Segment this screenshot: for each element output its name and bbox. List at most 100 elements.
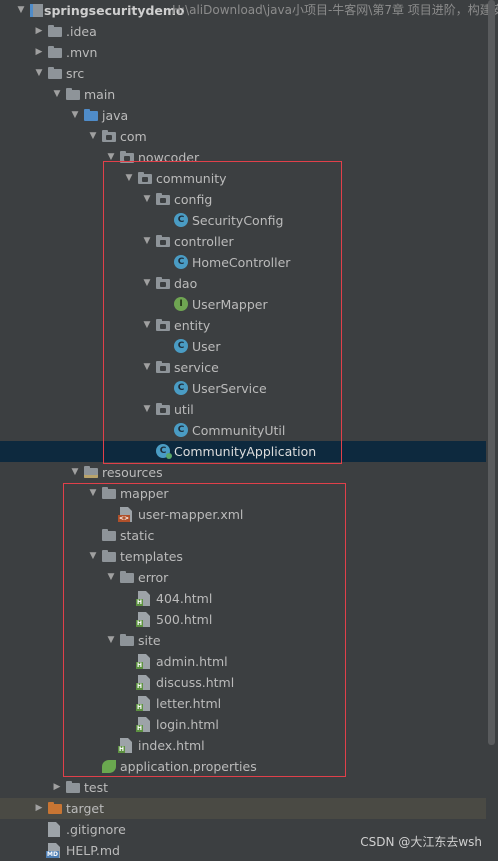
tree-row-login-html[interactable]: Hlogin.html <box>0 714 486 735</box>
tree-row-communityutil[interactable]: C CommunityUtil <box>0 420 486 441</box>
tree-row-test[interactable]: ▶ test <box>0 777 486 798</box>
tree-item-label: .mvn <box>66 45 98 60</box>
expand-arrow-icon[interactable]: ▼ <box>34 63 44 84</box>
tree-item-label: java <box>102 108 129 123</box>
tree-row-404-html[interactable]: H 404.html <box>0 588 486 609</box>
tree-item-label: site <box>138 633 161 648</box>
class-icon: C <box>174 339 188 353</box>
collapse-arrow-icon[interactable]: ▶ <box>34 798 44 819</box>
folder-icon <box>48 46 62 59</box>
expand-arrow-icon[interactable]: ▼ <box>142 357 152 378</box>
tree-row-nowcoder[interactable]: ▼ nowcoder <box>0 147 486 168</box>
vertical-scrollbar[interactable] <box>487 0 495 859</box>
collapse-arrow-icon[interactable]: ▶ <box>34 21 44 42</box>
spring-properties-icon <box>102 760 116 773</box>
tree-row-homecontroller[interactable]: C HomeController <box>0 252 486 273</box>
tree-item-label: static <box>120 528 155 543</box>
tree-row-target[interactable]: ▶ target <box>0 798 486 819</box>
package-icon <box>156 277 170 290</box>
tree-row-service[interactable]: ▼ service <box>0 357 486 378</box>
text-file-icon <box>48 822 60 837</box>
tree-row-static[interactable]: static <box>0 525 486 546</box>
tree-row-letter-html[interactable]: Hletter.html <box>0 693 486 714</box>
tree-row-templates[interactable]: ▼ templates <box>0 546 486 567</box>
expand-arrow-icon[interactable]: ▼ <box>106 567 116 588</box>
expand-arrow-icon[interactable]: ▼ <box>142 189 152 210</box>
class-icon: C <box>174 213 188 227</box>
folder-icon <box>102 529 116 542</box>
tree-row-java[interactable]: ▼ java <box>0 105 486 126</box>
tree-item-label: login.html <box>156 717 219 732</box>
tree-item-label: 404.html <box>156 591 213 606</box>
tree-item-label: community <box>156 171 227 186</box>
tree-item-label: test <box>84 780 109 795</box>
tree-item-label: dao <box>174 276 198 291</box>
tree-row-dao[interactable]: ▼ dao <box>0 273 486 294</box>
expand-arrow-icon[interactable]: ▼ <box>52 84 62 105</box>
tree-row-entity[interactable]: ▼ entity <box>0 315 486 336</box>
html-file-icon: H <box>118 738 132 753</box>
tree-item-label: nowcoder <box>138 150 200 165</box>
tree-row-user[interactable]: C User <box>0 336 486 357</box>
expand-arrow-icon[interactable]: ▼ <box>142 231 152 252</box>
expand-arrow-icon[interactable]: ▼ <box>88 546 98 567</box>
package-icon <box>156 235 170 248</box>
tree-row-application-properties[interactable]: application.properties <box>0 756 486 777</box>
package-icon <box>120 151 134 164</box>
folder-icon <box>66 781 80 794</box>
tree-row-community[interactable]: ▼ community <box>0 168 486 189</box>
scrollbar-thumb[interactable] <box>488 0 495 745</box>
interface-icon: I <box>174 297 188 311</box>
tree-row-discuss-html[interactable]: Hdiscuss.html <box>0 672 486 693</box>
folder-icon <box>66 88 80 101</box>
tree-row-idea[interactable]: ▶ .idea <box>0 21 486 42</box>
expand-arrow-icon[interactable]: ▼ <box>88 126 98 147</box>
tree-item-label: resources <box>102 465 163 480</box>
tree-item-label: CommunityApplication <box>174 444 317 459</box>
tree-row-index-html[interactable]: Hindex.html <box>0 735 486 756</box>
excluded-folder-icon <box>48 802 62 815</box>
expand-arrow-icon[interactable]: ▼ <box>88 483 98 504</box>
expand-arrow-icon[interactable]: ▼ <box>142 315 152 336</box>
tree-row-mvn[interactable]: ▶ .mvn <box>0 42 486 63</box>
tree-row-error[interactable]: ▼ error <box>0 567 486 588</box>
tree-item-label: mapper <box>120 486 169 501</box>
package-icon <box>156 319 170 332</box>
expand-arrow-icon[interactable]: ▼ <box>124 168 134 189</box>
html-file-icon: H <box>136 591 150 606</box>
tree-row-securityconfig[interactable]: C SecurityConfig <box>0 210 486 231</box>
collapse-arrow-icon[interactable]: ▶ <box>34 42 44 63</box>
folder-icon <box>120 571 134 584</box>
tree-row-main[interactable]: ▼ main <box>0 84 486 105</box>
package-icon <box>102 130 116 143</box>
tree-row-src[interactable]: ▼ src <box>0 63 486 84</box>
tree-row-springsecuritydemo[interactable]: ▼ springsecuritydemo H:\aliDownload\java小项… <box>0 0 498 21</box>
tree-row-resources[interactable]: ▼ resources <box>0 462 486 483</box>
tree-row-usermapper[interactable]: I UserMapper <box>0 294 486 315</box>
expand-arrow-icon[interactable]: ▼ <box>70 105 80 126</box>
tree-row-mapper[interactable]: ▼ mapper <box>0 483 486 504</box>
tree-row-com[interactable]: ▼ com <box>0 126 486 147</box>
tree-item-label: 500.html <box>156 612 213 627</box>
tree-row-controller[interactable]: ▼ controller <box>0 231 486 252</box>
tree-row-util[interactable]: ▼ util <box>0 399 486 420</box>
tree-row-admin-html[interactable]: Hadmin.html <box>0 651 486 672</box>
expand-arrow-icon[interactable]: ▼ <box>106 147 116 168</box>
tree-row-userservice[interactable]: C UserService <box>0 378 486 399</box>
tree-row-user-mapper-xml[interactable]: <> user-mapper.xml <box>0 504 486 525</box>
expand-arrow-icon[interactable]: ▼ <box>106 630 116 651</box>
expand-arrow-icon[interactable]: ▼ <box>16 0 26 21</box>
tree-row-site[interactable]: ▼ site <box>0 630 486 651</box>
tree-item-label: User <box>192 339 221 354</box>
collapse-arrow-icon[interactable]: ▶ <box>52 777 62 798</box>
package-icon <box>156 193 170 206</box>
tree-row-config[interactable]: ▼ config <box>0 189 486 210</box>
expand-arrow-icon[interactable]: ▼ <box>70 462 80 483</box>
tree-row-communityapplication[interactable]: C CommunityApplication <box>0 441 486 462</box>
expand-arrow-icon[interactable]: ▼ <box>142 273 152 294</box>
expand-arrow-icon[interactable]: ▼ <box>142 399 152 420</box>
tree-row-500-html[interactable]: H 500.html <box>0 609 486 630</box>
xml-file-icon: <> <box>118 507 132 522</box>
tree-item-label: index.html <box>138 738 205 753</box>
tree-item-label: main <box>84 87 116 102</box>
